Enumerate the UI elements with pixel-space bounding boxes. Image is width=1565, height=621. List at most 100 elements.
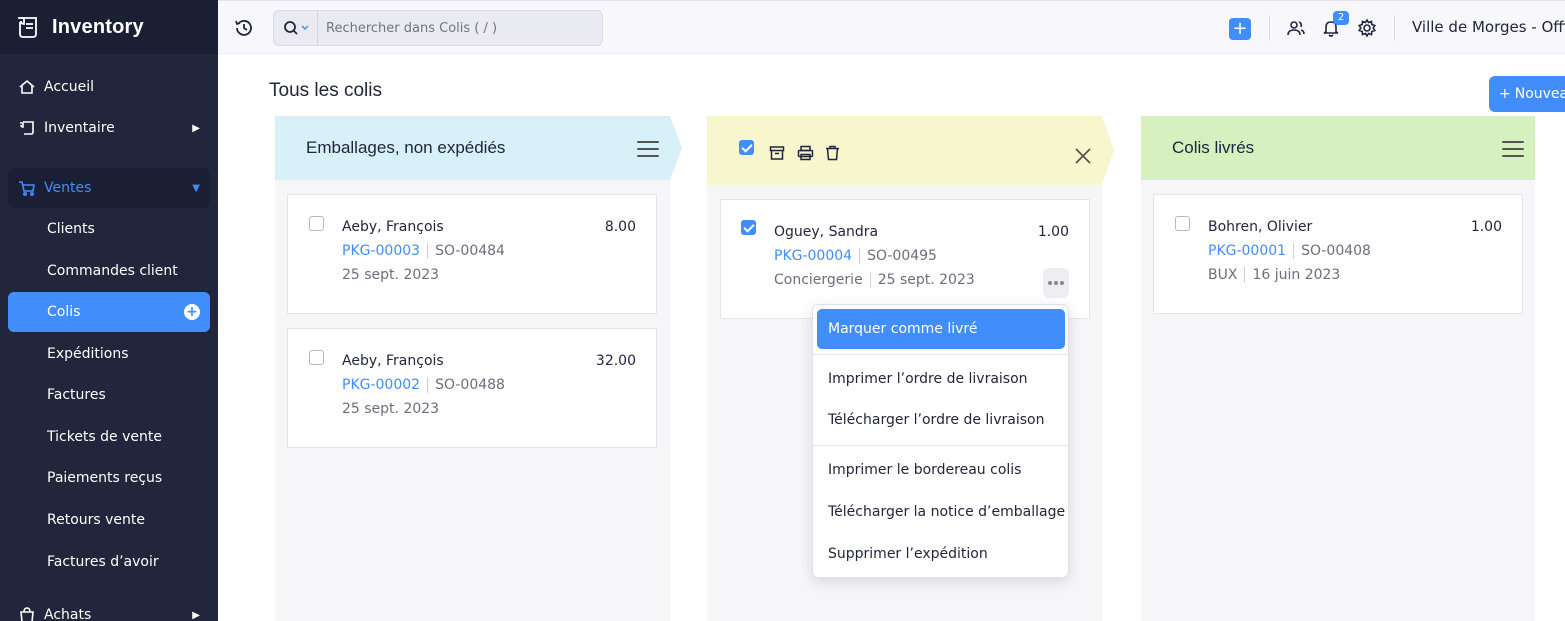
sidebar: Inventory Accueil Inventaire ▶ Ventes ▼ … — [0, 0, 218, 621]
package-actions-menu: Marquer comme livré Imprimer l’ordre de … — [812, 304, 1069, 578]
sidebar-item-commandes-client[interactable]: Commandes client — [8, 251, 210, 291]
divider — [427, 243, 429, 259]
package-date: 25 sept. 2023 — [877, 272, 975, 288]
sidebar-item-paiements-recus[interactable]: Paiements reçus — [8, 458, 210, 498]
sidebar-item-factures[interactable]: Factures — [8, 375, 210, 415]
caret-right-icon: ▶ — [192, 122, 200, 134]
card-checkbox[interactable] — [309, 350, 324, 365]
menu-item-mark-delivered[interactable]: Marquer comme livré — [817, 309, 1065, 349]
sidebar-item-label: Factures d’avoir — [47, 554, 159, 570]
sales-order-number: SO-00484 — [435, 243, 505, 259]
column-title: Emballages, non expédiés — [306, 138, 506, 157]
brand[interactable]: Inventory — [0, 0, 218, 54]
sidebar-item-factures-avoir[interactable]: Factures d’avoir — [8, 542, 210, 582]
divider — [1269, 15, 1270, 41]
sidebar-item-label: Expéditions — [47, 346, 129, 362]
menu-item-print-package-slip[interactable]: Imprimer le bordereau colis — [817, 450, 1065, 490]
sidebar-item-label: Clients — [47, 221, 95, 237]
customer-name: Aeby, François — [342, 353, 444, 369]
close-icon[interactable] — [1074, 147, 1092, 165]
package-card[interactable]: Bohren, Olivier 1.00 PKG-00001 SO-00408 … — [1153, 194, 1523, 314]
menu-item-download-delivery-order[interactable]: Télécharger l’ordre de livraison — [817, 400, 1065, 440]
history-icon[interactable] — [234, 18, 254, 38]
customer-name: Aeby, François — [342, 219, 444, 235]
column-title: Colis livrés — [1172, 138, 1255, 157]
sidebar-item-label: Ventes — [44, 180, 92, 196]
archive-icon[interactable] — [768, 144, 786, 162]
printer-icon[interactable] — [796, 144, 814, 162]
package-date: 25 sept. 2023 — [342, 401, 440, 417]
package-number-link[interactable]: PKG-00002 — [342, 377, 420, 393]
divider — [1244, 267, 1246, 283]
column-header: Colis livrés — [1141, 116, 1535, 180]
notification-badge: 2 — [1333, 11, 1349, 25]
column-header: Emballages, non expédiés — [275, 116, 682, 180]
package-card[interactable]: Oguey, Sandra 1.00 PKG-00004 SO-00495 Co… — [720, 199, 1090, 319]
bag-icon — [18, 606, 36, 621]
customer-name: Oguey, Sandra — [774, 224, 879, 240]
package-amount: 8.00 — [604, 219, 636, 235]
card-checkbox[interactable] — [309, 216, 324, 231]
search-box[interactable] — [273, 10, 603, 46]
package-number-link[interactable]: PKG-00001 — [1208, 243, 1286, 259]
sidebar-item-ventes[interactable]: Ventes ▼ — [8, 168, 210, 208]
column-menu-icon[interactable] — [1502, 141, 1524, 157]
column-menu-icon[interactable] — [637, 141, 659, 157]
caret-right-icon: ▶ — [192, 609, 200, 621]
customer-name: Bohren, Olivier — [1208, 219, 1313, 235]
basket-icon — [18, 119, 36, 137]
sidebar-item-expeditions[interactable]: Expéditions — [8, 334, 210, 374]
select-all-checkbox[interactable] — [739, 140, 754, 155]
new-button-label: Nouveau — [1514, 86, 1565, 102]
sidebar-item-achats[interactable]: Achats ▶ — [8, 595, 210, 621]
page-title: Tous les colis — [269, 80, 382, 101]
sidebar-item-label: Achats — [44, 607, 92, 621]
sales-order-number: SO-00488 — [435, 377, 505, 393]
card-checkbox[interactable] — [1175, 216, 1190, 231]
app-title: Inventory — [52, 15, 144, 38]
carrier-name: Conciergerie — [774, 272, 863, 288]
caret-down-icon: ▼ — [192, 182, 200, 194]
package-amount: 32.00 — [595, 353, 636, 369]
new-button[interactable]: + Nouveau — [1489, 76, 1565, 112]
divider — [1293, 243, 1295, 259]
topbar: + 2 Ville de Morges - Office — [218, 0, 1565, 54]
users-icon[interactable] — [1285, 17, 1307, 39]
sidebar-item-accueil[interactable]: Accueil — [8, 67, 210, 107]
menu-item-delete-shipment[interactable]: Supprimer l’expédition — [817, 534, 1065, 574]
card-checkbox[interactable] — [741, 220, 756, 235]
divider — [859, 248, 861, 264]
sidebar-item-retours-vente[interactable]: Retours vente — [8, 500, 210, 540]
search-icon[interactable] — [274, 11, 318, 45]
sidebar-item-label: Colis — [47, 304, 81, 320]
divider — [427, 377, 429, 393]
package-date: 16 juin 2023 — [1252, 267, 1341, 283]
search-input[interactable] — [318, 20, 588, 36]
gear-icon[interactable] — [1356, 17, 1378, 39]
trash-icon[interactable] — [823, 144, 841, 162]
add-circle-icon[interactable]: + — [184, 304, 200, 320]
menu-item-print-delivery-order[interactable]: Imprimer l’ordre de livraison — [817, 359, 1065, 399]
sidebar-item-colis[interactable]: Colis + — [8, 292, 210, 332]
menu-item-download-packing-notice[interactable]: Télécharger la notice d’emballage — [817, 492, 1065, 532]
inventory-logo-icon — [16, 14, 42, 40]
divider — [1394, 15, 1395, 41]
package-card[interactable]: Aeby, François 8.00 PKG-00003 SO-00484 2… — [287, 194, 657, 314]
package-number-link[interactable]: PKG-00004 — [774, 248, 852, 264]
plus-icon: + — [1499, 86, 1511, 102]
sidebar-item-label: Accueil — [44, 79, 94, 95]
sidebar-item-clients[interactable]: Clients — [8, 209, 210, 249]
more-options-button[interactable] — [1043, 268, 1069, 298]
package-card[interactable]: Aeby, François 32.00 PKG-00002 SO-00488 … — [287, 328, 657, 448]
sidebar-item-label: Commandes client — [47, 263, 178, 279]
sidebar-item-label: Paiements reçus — [47, 470, 163, 486]
column-arrow — [670, 116, 682, 180]
sales-order-number: SO-00495 — [867, 248, 937, 264]
package-number-link[interactable]: PKG-00003 — [342, 243, 420, 259]
sidebar-item-inventaire[interactable]: Inventaire ▶ — [8, 108, 210, 148]
quick-create-button[interactable]: + — [1229, 18, 1251, 40]
sidebar-item-tickets-de-vente[interactable]: Tickets de vente — [8, 417, 210, 457]
organization-switcher[interactable]: Ville de Morges - Office — [1412, 18, 1565, 36]
sidebar-item-label: Tickets de vente — [47, 429, 162, 445]
sales-order-number: SO-00408 — [1301, 243, 1371, 259]
